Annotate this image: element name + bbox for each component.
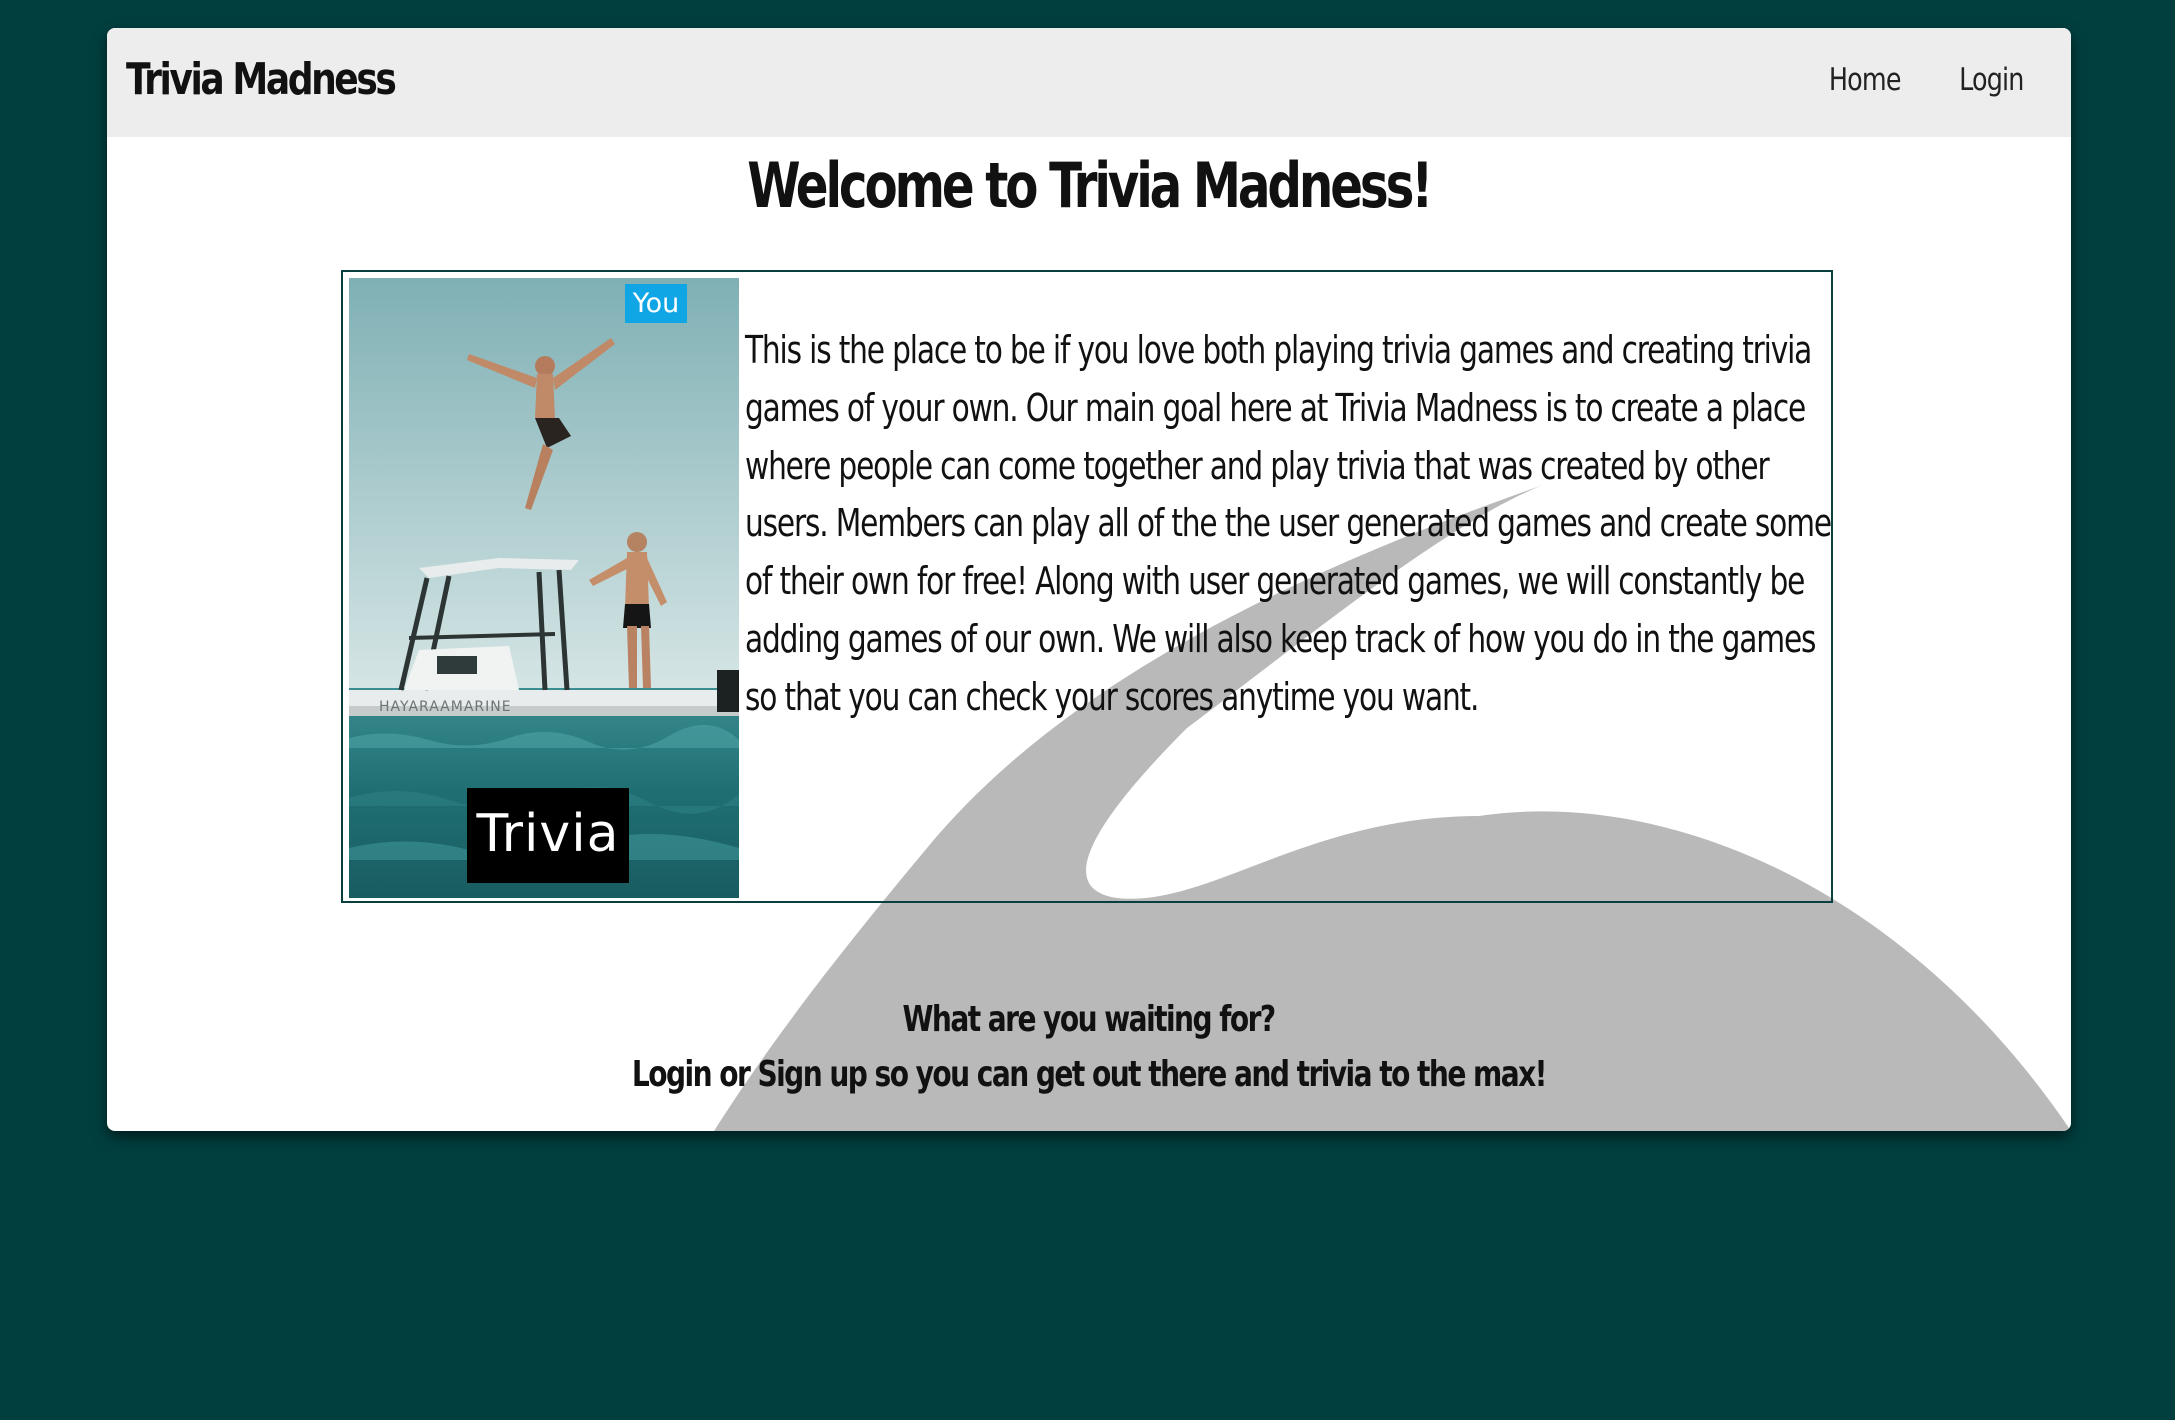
call-to-action: What are you waiting for? Login or Sign … xyxy=(107,992,2071,1102)
main-card: Trivia Madness Home Login Welcome to Tri… xyxy=(107,28,2071,1131)
svg-text:HAYARAAMARINE: HAYARAAMARINE xyxy=(379,699,512,715)
page-title: Welcome to Trivia Madness! xyxy=(107,149,2071,222)
navbar: Trivia Madness Home Login xyxy=(107,28,2071,137)
nav-login-link[interactable]: Login xyxy=(1959,62,2024,98)
cta-line-question-text: What are you waiting for? xyxy=(902,999,1277,1040)
cta-line-question: What are you waiting for? xyxy=(107,992,2071,1047)
nav-home-link[interactable]: Home xyxy=(1829,62,1902,98)
trivia-caption: Trivia xyxy=(467,788,629,883)
page-title-text: Welcome to Trivia Madness! xyxy=(747,149,1434,222)
nav-links: Home Login xyxy=(1821,62,2031,98)
intro-description: This is the place to be if you love both… xyxy=(745,328,1832,719)
brand-logo-text[interactable]: Trivia Madness xyxy=(126,54,397,105)
intro-box: HAYARAAMARINE You Trivia This is the pla… xyxy=(341,270,1833,903)
hero-image: HAYARAAMARINE You Trivia xyxy=(349,278,739,898)
page: Trivia Madness Home Login Welcome to Tri… xyxy=(0,0,2175,1420)
cta-line-signup: Login or Sign up so you can get out ther… xyxy=(107,1047,2071,1102)
you-badge: You xyxy=(625,284,687,323)
cta-line-signup-text: Login or Sign up so you can get out ther… xyxy=(631,1054,1548,1095)
